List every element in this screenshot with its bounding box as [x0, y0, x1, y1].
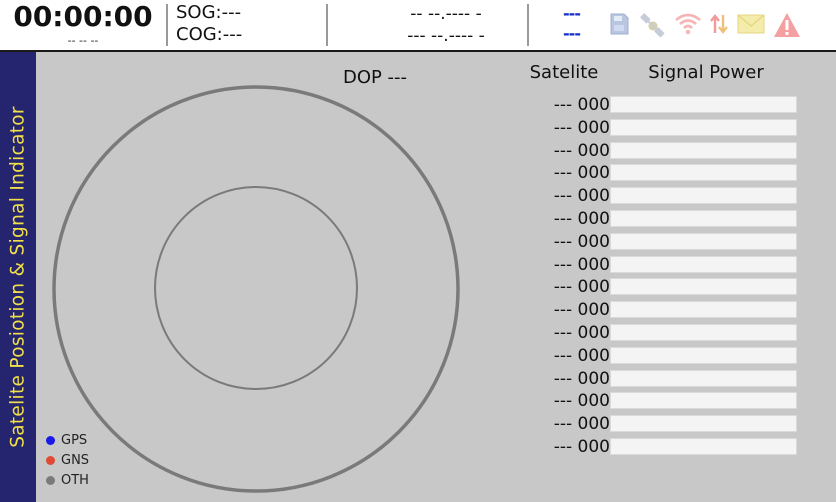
satellite-id: --- 000	[553, 345, 610, 366]
satellite-id: --- 000	[553, 436, 610, 457]
satellite-id: --- 000	[553, 300, 610, 321]
legend-label: OTH	[61, 472, 89, 488]
dop-readout: DOP ---	[342, 67, 408, 88]
satellite-list: --- 000 --- 000 --- 000 --- 000 --- 000 …	[514, 94, 804, 459]
satellite-id: --- 000	[553, 322, 610, 343]
satellite-id: --- 000	[553, 414, 610, 435]
legend-dot	[46, 455, 55, 465]
satellite-id: --- 000	[553, 117, 610, 138]
satellite-id: --- 000	[553, 368, 610, 389]
satellite-row: --- 000	[514, 413, 804, 436]
signal-bar	[610, 118, 797, 136]
satellite-row: --- 000	[514, 231, 804, 254]
legend-label: GPS	[61, 432, 88, 448]
signal-bar	[610, 255, 797, 273]
satellite-row: --- 000	[514, 208, 804, 231]
signal-bar	[610, 437, 797, 455]
satellite-row: --- 000	[514, 299, 804, 322]
signal-bar	[610, 164, 797, 182]
legend-dot	[46, 475, 55, 485]
satellite-row: --- 000	[514, 185, 804, 208]
satellite-row: --- 000	[514, 162, 804, 185]
satellite-id: --- 000	[553, 231, 610, 252]
satellite-column-header: Satelite	[529, 62, 599, 83]
legend-item: GPS	[46, 430, 89, 450]
outer-ring	[52, 85, 460, 493]
satellite-id: --- 000	[553, 254, 610, 275]
satellite-row: --- 000	[514, 322, 804, 345]
signal-column-header: Signal Power	[648, 62, 764, 83]
signal-bar	[610, 346, 797, 364]
satellite-row: --- 000	[514, 368, 804, 391]
satellite-id: --- 000	[553, 208, 610, 229]
signal-bar	[610, 209, 797, 227]
satellite-id: --- 000	[553, 186, 610, 207]
signal-bar	[610, 187, 797, 205]
satellite-id: --- 000	[553, 163, 610, 184]
satellite-row: --- 000	[514, 345, 804, 368]
legend-item: GNS	[46, 450, 89, 470]
satellite-row: --- 000	[514, 94, 804, 117]
satellite-id: --- 000	[553, 391, 610, 412]
signal-bar	[610, 141, 797, 159]
satellite-row: --- 000	[514, 140, 804, 163]
signal-bar	[610, 96, 797, 113]
satellite-id: --- 000	[553, 140, 610, 161]
satellite-row: --- 000	[514, 276, 804, 299]
legend-label: GNS	[61, 452, 90, 468]
signal-bar	[610, 323, 797, 341]
satellite-row: --- 000	[514, 436, 804, 459]
satellite-id: --- 000	[553, 277, 610, 298]
satellite-row: --- 000	[514, 390, 804, 413]
signal-bar	[610, 301, 797, 319]
legend: GPS GNS OTH	[46, 430, 89, 490]
inner-ring	[154, 186, 358, 390]
satellite-row: --- 000	[514, 117, 804, 140]
signal-bar	[610, 232, 797, 250]
signal-bar	[610, 415, 797, 433]
signal-bar	[610, 392, 797, 410]
signal-bar	[610, 278, 797, 296]
legend-item: OTH	[46, 470, 89, 490]
satellite-row: --- 000	[514, 254, 804, 277]
satellite-id: --- 000	[553, 95, 610, 115]
legend-dot	[46, 435, 55, 445]
signal-bar	[610, 369, 797, 387]
